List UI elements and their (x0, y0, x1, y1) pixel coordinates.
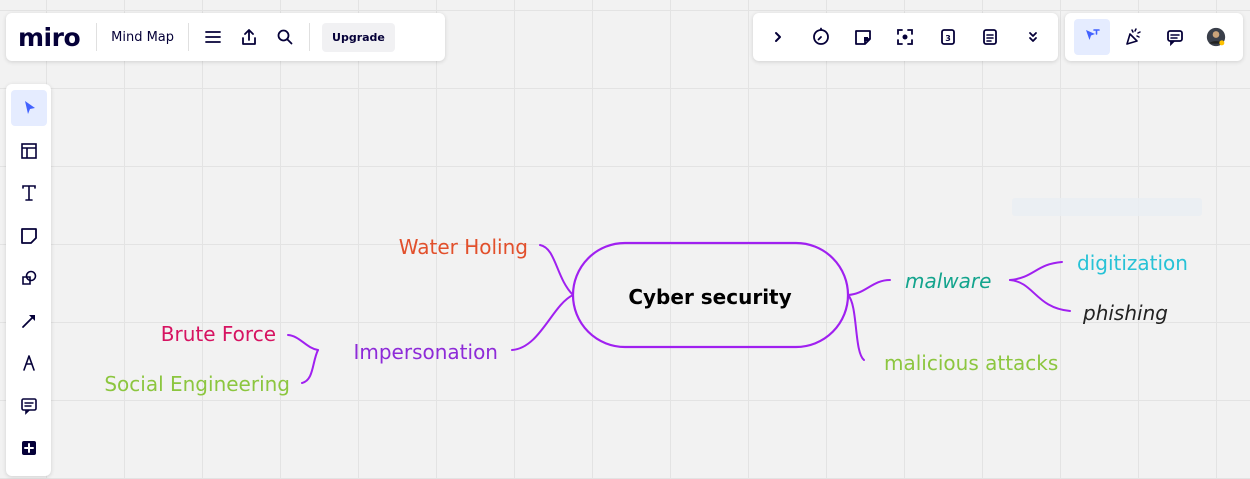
node-phishing[interactable]: phishing (1082, 301, 1168, 325)
node-impersonation[interactable]: Impersonation (353, 340, 498, 364)
node-social-engineering[interactable]: Social Engineering (104, 372, 290, 396)
connector-phishing (1009, 279, 1071, 312)
node-digitization[interactable]: digitization (1077, 251, 1188, 275)
connector-social-engineering (301, 349, 319, 384)
connector-impersonation (511, 294, 574, 351)
node-water-holing[interactable]: Water Holing (399, 235, 528, 259)
connector-digitization (1009, 261, 1063, 281)
node-malicious-attacks[interactable]: malicious attacks (884, 351, 1058, 375)
root-node-label: Cyber security (628, 285, 791, 309)
connector-brute-force (287, 334, 319, 351)
connector-malware (847, 279, 891, 296)
mind-map: Cyber security Water Holing Impersonatio… (104, 235, 1188, 396)
node-brute-force[interactable]: Brute Force (161, 322, 276, 346)
connector-malicious-attacks (847, 294, 865, 361)
node-malware[interactable]: malware (905, 269, 991, 293)
connector-water-holing (539, 244, 574, 296)
